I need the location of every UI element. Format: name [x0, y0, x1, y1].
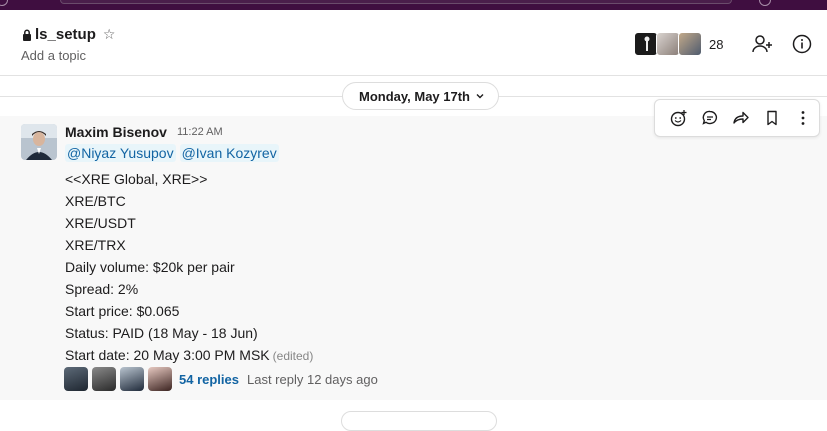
history-icon[interactable] — [0, 0, 8, 6]
avatar — [64, 367, 88, 391]
message-line: XRE/TRX — [65, 237, 126, 253]
message-line: XRE/USDT — [65, 215, 136, 231]
user-mention[interactable]: @Niyaz Yusupov — [65, 144, 176, 162]
message[interactable]: Maxim Bisenov 11:22 AM @Niyaz Yusupov @I… — [0, 116, 827, 400]
mentions: @Niyaz Yusupov @Ivan Kozyrev — [65, 144, 279, 162]
message-line: Start date: 20 May 3:00 PM MSK — [65, 347, 270, 363]
add-reaction-icon[interactable] — [663, 102, 694, 134]
search-bar[interactable] — [60, 0, 732, 4]
avatar — [120, 367, 144, 391]
avatar — [656, 32, 680, 56]
edited-label: (edited) — [272, 349, 314, 363]
more-actions-icon[interactable] — [788, 102, 819, 134]
member-count[interactable]: 28 — [709, 37, 723, 52]
lock-icon — [23, 28, 31, 41]
message-actions-toolbar — [654, 99, 820, 137]
message-timestamp[interactable]: 11:22 AM — [177, 126, 223, 138]
message-line: XRE/BTC — [65, 193, 126, 209]
sender-name[interactable]: Maxim Bisenov — [65, 124, 167, 140]
avatar — [678, 32, 702, 56]
message-line: <<XRE Global, XRE>> — [65, 171, 208, 187]
message-line: Start price: $0.065 — [65, 303, 180, 319]
thread-replies-bar[interactable]: 54 replies Last reply 12 days ago — [64, 367, 378, 391]
date-divider-button[interactable]: Monday, May 17th — [342, 82, 500, 110]
next-date-divider-button[interactable] — [341, 411, 497, 431]
channel-name: ls_setup — [35, 26, 96, 43]
add-topic-link[interactable]: Add a topic — [21, 48, 86, 63]
date-divider-label: Monday, May 17th — [359, 88, 471, 104]
workspace-top-bar — [0, 0, 827, 10]
avatar — [148, 367, 172, 391]
message-line-last: Start date: 20 May 3:00 PM MSK (edited) — [65, 344, 313, 367]
info-icon[interactable] — [791, 33, 813, 55]
reply-count-link[interactable]: 54 replies — [179, 372, 239, 387]
avatar — [634, 32, 658, 56]
add-member-icon[interactable] — [751, 33, 773, 55]
last-reply-text: Last reply 12 days ago — [247, 371, 378, 387]
message-line: Daily volume: $20k per pair — [65, 259, 235, 275]
member-avatars[interactable] — [634, 32, 702, 56]
channel-name-button[interactable]: ls_setup ☆ — [22, 26, 115, 43]
chevron-down-icon — [476, 94, 484, 99]
reply-thread-icon[interactable] — [694, 102, 725, 134]
message-line: Status: PAID (18 May - 18 Jun) — [65, 325, 258, 341]
channel-header: ls_setup ☆ Add a topic 28 — [0, 10, 827, 76]
bookmark-icon[interactable] — [757, 102, 788, 134]
star-icon[interactable]: ☆ — [103, 26, 116, 43]
help-icon[interactable] — [759, 0, 771, 6]
user-mention[interactable]: @Ivan Kozyrev — [179, 144, 279, 162]
avatar — [92, 367, 116, 391]
message-body: <<XRE Global, XRE>> XRE/BTC XRE/USDT XRE… — [65, 168, 313, 367]
message-line: Spread: 2% — [65, 281, 139, 297]
avatar[interactable] — [21, 124, 57, 160]
share-icon[interactable] — [725, 102, 756, 134]
